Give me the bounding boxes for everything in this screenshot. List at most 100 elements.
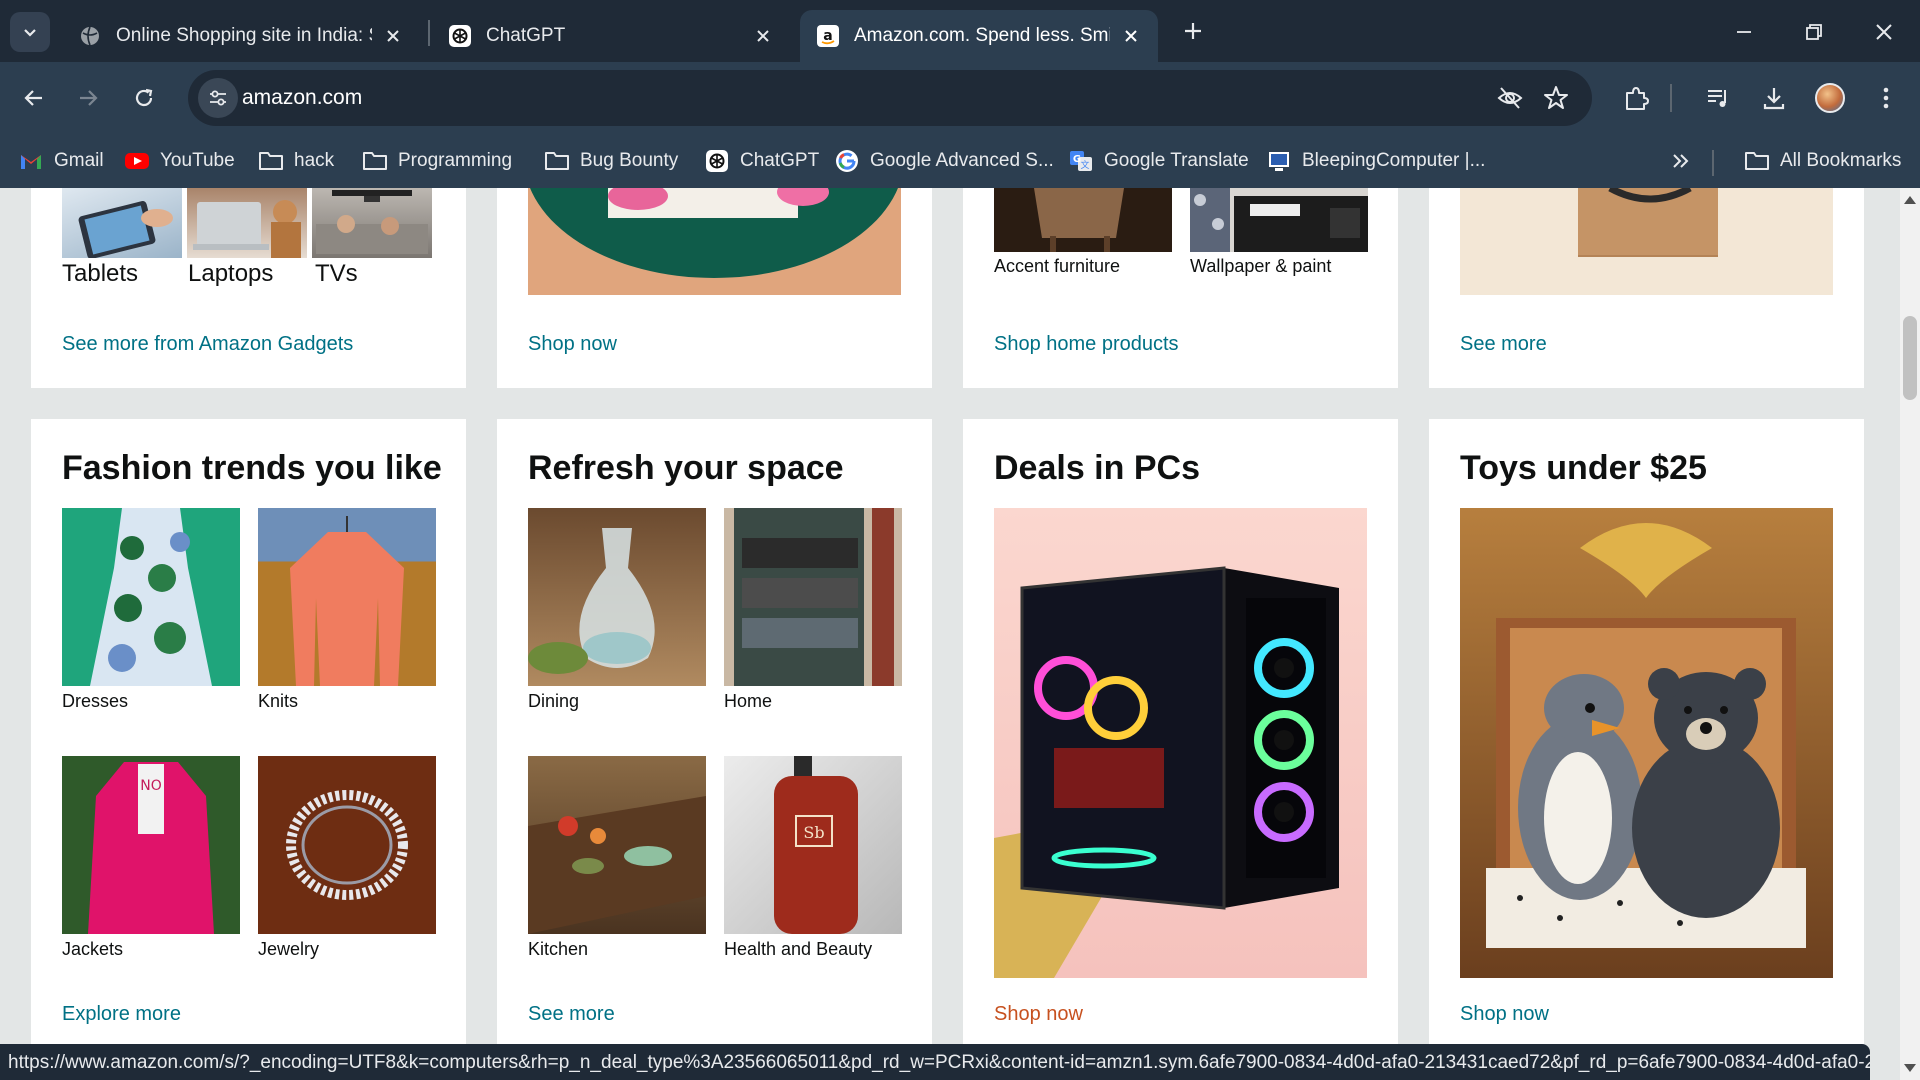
fashion-label-jackets[interactable]: Jackets bbox=[62, 939, 123, 960]
refresh-label-home[interactable]: Home bbox=[724, 691, 772, 712]
bookmark-folder-programming[interactable]: Programming bbox=[362, 146, 512, 176]
gadget-label-tablets[interactable]: Tablets bbox=[62, 260, 138, 288]
jewelry-image[interactable] bbox=[258, 756, 436, 934]
minimize-button[interactable] bbox=[1716, 10, 1772, 54]
bookmark-folder-hack[interactable]: hack bbox=[258, 146, 334, 176]
home-label-accent-furniture[interactable]: Accent furniture bbox=[994, 256, 1120, 277]
plush-toys-image[interactable] bbox=[1460, 508, 1833, 978]
fashion-label-jewelry[interactable]: Jewelry bbox=[258, 939, 319, 960]
link-status-bar: https://www.amazon.com/s/?_encoding=UTF8… bbox=[0, 1044, 1870, 1080]
scroll-down-arrow-icon[interactable] bbox=[1904, 1064, 1916, 1072]
amazon-icon: a bbox=[816, 24, 840, 48]
tab-title: ChatGPT bbox=[486, 25, 566, 46]
bookmark-youtube[interactable]: YouTube bbox=[124, 146, 235, 176]
amazon-box-image[interactable] bbox=[1460, 188, 1833, 295]
page-scrollbar[interactable] bbox=[1900, 188, 1920, 1080]
extensions-button[interactable] bbox=[1614, 76, 1658, 120]
translate-icon: G文 bbox=[1068, 149, 1094, 173]
card-title-toys: Toys under $25 bbox=[1460, 449, 1707, 487]
tab-chatgpt[interactable]: ChatGPT bbox=[432, 10, 790, 62]
downloads-button[interactable] bbox=[1752, 76, 1796, 120]
wallpaper-paint-image[interactable] bbox=[1190, 188, 1368, 252]
home-image[interactable] bbox=[724, 508, 902, 686]
chatgpt-icon bbox=[448, 24, 472, 48]
download-icon bbox=[1763, 88, 1785, 110]
tune-icon bbox=[210, 90, 226, 106]
all-bookmarks-button[interactable]: All Bookmarks bbox=[1744, 146, 1901, 176]
tab-online-shopping[interactable]: Online Shopping site in India: S bbox=[62, 10, 420, 62]
address-bar[interactable]: amazon.com bbox=[188, 70, 1592, 126]
profile-button[interactable] bbox=[1808, 76, 1852, 120]
puzzle-icon bbox=[1626, 87, 1649, 110]
restore-button[interactable] bbox=[1786, 10, 1842, 54]
tracking-protection-button[interactable] bbox=[1494, 82, 1526, 114]
close-tab-icon[interactable] bbox=[1120, 25, 1142, 47]
tvs-image[interactable] bbox=[312, 188, 432, 258]
scroll-up-arrow-icon[interactable] bbox=[1904, 196, 1916, 204]
bookmark-label: BleepingComputer |... bbox=[1302, 150, 1486, 171]
media-controls-button[interactable] bbox=[1696, 76, 1740, 120]
queue-music-icon bbox=[1708, 90, 1726, 107]
site-info-button[interactable] bbox=[198, 78, 238, 118]
refresh-label-health-beauty[interactable]: Health and Beauty bbox=[724, 939, 872, 960]
fashion-label-dresses[interactable]: Dresses bbox=[62, 691, 128, 712]
bleepingcomputer-icon bbox=[1266, 149, 1292, 173]
more-bookmarks-button[interactable] bbox=[1668, 146, 1704, 176]
gadget-label-laptops[interactable]: Laptops bbox=[188, 260, 273, 288]
bookmark-gmail[interactable]: Gmail bbox=[18, 146, 104, 176]
bookmark-folder-bug-bounty[interactable]: Bug Bounty bbox=[544, 146, 678, 176]
url-text[interactable]: amazon.com bbox=[242, 86, 362, 110]
refresh-label-kitchen[interactable]: Kitchen bbox=[528, 939, 588, 960]
refresh-see-more-link[interactable]: See more bbox=[528, 1003, 615, 1026]
bookmark-bleepingcomputer[interactable]: BleepingComputer |... bbox=[1266, 146, 1485, 176]
new-tab-button[interactable] bbox=[1176, 14, 1210, 48]
explore-more-link[interactable]: Explore more bbox=[62, 1003, 181, 1026]
google-icon bbox=[834, 149, 860, 173]
back-button[interactable] bbox=[12, 76, 56, 120]
kitchen-image[interactable] bbox=[528, 756, 706, 934]
bookmark-star-button[interactable] bbox=[1540, 82, 1572, 114]
promo-shop-now-link[interactable]: Shop now bbox=[528, 333, 617, 356]
tab-search-button[interactable] bbox=[10, 12, 50, 52]
jackets-image[interactable]: NO bbox=[62, 756, 240, 934]
close-tab-icon[interactable] bbox=[382, 25, 404, 47]
home-label-wallpaper-paint[interactable]: Wallpaper & paint bbox=[1190, 256, 1331, 277]
gadget-label-tvs[interactable]: TVs bbox=[315, 260, 358, 288]
accent-furniture-image[interactable] bbox=[994, 188, 1172, 252]
gaming-pc-image[interactable] bbox=[994, 508, 1367, 978]
scrollbar-thumb[interactable] bbox=[1903, 316, 1917, 400]
pcs-shop-now-link[interactable]: Shop now bbox=[994, 1003, 1083, 1026]
close-window-button[interactable] bbox=[1856, 10, 1912, 54]
toys-shop-now-link[interactable]: Shop now bbox=[1460, 1003, 1549, 1026]
refresh-label-dining[interactable]: Dining bbox=[528, 691, 579, 712]
box-see-more-link[interactable]: See more bbox=[1460, 333, 1547, 356]
close-tab-icon[interactable] bbox=[752, 25, 774, 47]
promo-image[interactable] bbox=[528, 188, 901, 295]
card-refresh-your-space: Refresh your space Dining Home Sb Kitche… bbox=[497, 419, 932, 1048]
bookmark-label: All Bookmarks bbox=[1780, 150, 1902, 171]
forward-button[interactable] bbox=[66, 76, 110, 120]
see-more-amazon-gadgets-link[interactable]: See more from Amazon Gadgets bbox=[62, 333, 353, 356]
browser-menu-button[interactable] bbox=[1864, 76, 1908, 120]
fashion-label-knits[interactable]: Knits bbox=[258, 691, 298, 712]
dining-image[interactable] bbox=[528, 508, 706, 686]
dresses-image[interactable] bbox=[62, 508, 240, 686]
plus-icon bbox=[1185, 23, 1201, 39]
card-home-products: Accent furniture Wallpaper & paint Shop … bbox=[963, 188, 1398, 388]
bookmark-google-advanced[interactable]: Google Advanced S... bbox=[834, 146, 1054, 176]
tab-amazon[interactable]: a Amazon.com. Spend less. Smile bbox=[800, 10, 1158, 62]
reload-button[interactable] bbox=[122, 76, 166, 120]
bookmark-separator bbox=[1712, 150, 1714, 176]
laptops-image[interactable] bbox=[187, 188, 307, 258]
bookmark-chatgpt[interactable]: ChatGPT bbox=[704, 146, 819, 176]
folder-icon bbox=[362, 149, 388, 173]
bookmark-label: Bug Bounty bbox=[580, 150, 679, 171]
svg-text:NO: NO bbox=[140, 778, 162, 794]
bookmark-google-translate[interactable]: G文 Google Translate bbox=[1068, 146, 1249, 176]
more-vertical-icon bbox=[1883, 87, 1889, 109]
shop-home-products-link[interactable]: Shop home products bbox=[994, 333, 1179, 356]
tablets-image[interactable] bbox=[62, 188, 182, 258]
health-beauty-image[interactable]: Sb bbox=[724, 756, 902, 934]
knits-image[interactable] bbox=[258, 508, 436, 686]
card-amazon-gadgets: Tablets Laptops TVs See more from Amazon… bbox=[31, 188, 466, 388]
